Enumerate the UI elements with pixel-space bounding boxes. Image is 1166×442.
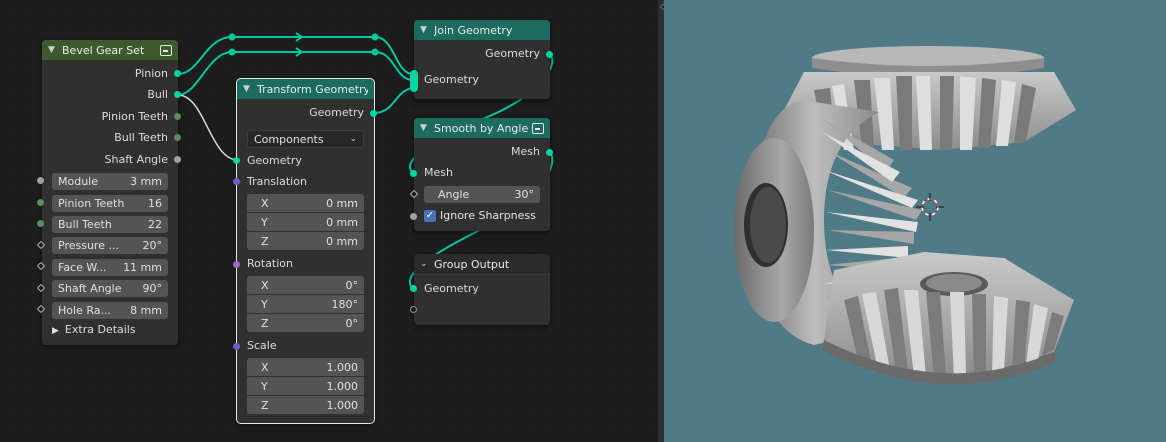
socket-bull[interactable] — [174, 91, 181, 98]
rotation-label: Rotation — [247, 257, 294, 270]
scale-x[interactable]: X 1.000 — [247, 358, 364, 376]
extra-details-panel[interactable]: ▶ Extra Details — [52, 323, 136, 336]
mode-dropdown[interactable]: Components ⌄ — [247, 130, 364, 148]
angle-field[interactable]: Angle 30° — [424, 186, 540, 203]
output-geometry: Geometry — [309, 106, 364, 119]
smooth-by-angle-header[interactable]: ▼ Smooth by Angle — [414, 118, 550, 138]
chevron-down-icon[interactable]: ⌄ — [420, 259, 434, 269]
output-shaft-angle: Shaft Angle — [104, 153, 169, 166]
rotation-y[interactable]: Y 180° — [247, 295, 364, 313]
scale-label: Scale — [247, 339, 277, 352]
translation-x[interactable]: X0 mm — [247, 194, 364, 212]
transform-geometry-header[interactable]: ▼ Transform Geometry — [237, 79, 374, 99]
scale-z[interactable]: Z 1.000 — [247, 396, 364, 414]
chevron-down-icon[interactable]: ▼ — [420, 123, 434, 133]
3d-viewport[interactable] — [664, 0, 1166, 442]
socket-pinion[interactable] — [174, 70, 181, 77]
shaft-angle-field[interactable]: Shaft Angle 90° — [52, 280, 168, 297]
bevel-gear-set-node[interactable]: ▼ Bevel Gear Set Pinion Bull Pinion Teet… — [36, 40, 181, 345]
input-geometry-label: Geometry — [247, 154, 302, 167]
checkmark-icon: ✓ — [424, 209, 436, 222]
rotation-vector[interactable]: X 0° Y 180° Z 0° — [247, 276, 364, 332]
socket-bull-teeth[interactable] — [174, 134, 181, 141]
input-geometry-label: Geometry — [424, 73, 479, 86]
smooth-by-angle-node[interactable]: ▼ Smooth by Angle Mesh Mesh Angle 30° ✓ Ig… — [409, 118, 553, 231]
translation-vector[interactable]: X0 mm Y0 mm Z0 mm — [247, 194, 364, 250]
socket-bull-teeth-in[interactable] — [37, 220, 44, 227]
node-title: Join Geometry — [434, 23, 513, 37]
node-title: Smooth by Angle — [434, 121, 529, 135]
bevel-gear-set-header[interactable]: ▼ Bevel Gear Set — [42, 40, 178, 60]
ignore-sharpness-checkbox[interactable]: ✓ Ignore Sharpness — [424, 209, 536, 222]
socket-join-output[interactable] — [546, 51, 553, 58]
join-geometry-header[interactable]: ▼ Join Geometry — [414, 20, 550, 40]
socket-output-empty[interactable] — [410, 306, 417, 313]
node-group-icon[interactable] — [532, 122, 544, 134]
input-mesh-label: Mesh — [424, 166, 453, 179]
input-geometry-label: Geometry — [424, 282, 479, 295]
bevel-gear-render — [734, 46, 1076, 385]
face-width-field[interactable]: Face W... 11 mm — [52, 259, 168, 276]
node-editor[interactable]: ▼ Bevel Gear Set Pinion Bull Pinion Teet… — [0, 0, 658, 442]
chevron-down-icon: ⌄ — [349, 134, 357, 144]
node-title: Transform Geometry — [257, 82, 368, 96]
module-field[interactable]: Module 3 mm — [52, 173, 168, 190]
socket-transform-output[interactable] — [370, 110, 377, 117]
bottom-bevel-gear — [822, 252, 1074, 385]
output-geometry: Geometry — [485, 47, 540, 60]
node-group-icon[interactable] — [160, 44, 172, 56]
output-pinion-teeth: Pinion Teeth — [101, 110, 168, 123]
translation-y[interactable]: Y0 mm — [247, 213, 364, 231]
3d-cursor-icon — [916, 193, 944, 221]
group-output-node[interactable]: ⌄ Group Output Geometry — [410, 254, 550, 325]
node-title: Group Output — [434, 257, 510, 271]
translation-z[interactable]: Z0 mm — [247, 232, 364, 250]
hole-radius-field[interactable]: Hole Ra... 8 mm — [52, 302, 168, 319]
pressure-angle-field[interactable]: Pressure ... 20° — [52, 237, 168, 254]
socket-rotation[interactable] — [233, 261, 240, 268]
socket-join-multi-input[interactable] — [410, 70, 418, 92]
socket-scale[interactable] — [233, 343, 240, 350]
socket-module[interactable] — [37, 177, 44, 184]
chevron-down-icon[interactable]: ▼ — [243, 84, 257, 94]
socket-transform-geometry-in[interactable] — [233, 157, 240, 164]
socket-translation[interactable] — [233, 178, 240, 185]
output-bull-teeth: Bull Teeth — [114, 131, 168, 144]
chevron-down-icon[interactable]: ▼ — [420, 25, 434, 35]
output-mesh: Mesh — [511, 145, 540, 158]
chevron-down-icon[interactable]: ▼ — [48, 45, 62, 55]
socket-pinion-teeth[interactable] — [174, 113, 181, 120]
pinion-teeth-field[interactable]: Pinion Teeth 16 — [52, 195, 168, 212]
chevron-right-icon: ▶ — [52, 326, 59, 336]
group-output-header[interactable]: ⌄ Group Output — [414, 254, 550, 275]
bull-teeth-field[interactable]: Bull Teeth 22 — [52, 216, 168, 233]
scale-vector[interactable]: X 1.000 Y 1.000 Z 1.000 — [247, 358, 364, 414]
rotation-z[interactable]: Z 0° — [247, 314, 364, 332]
socket-output-geometry[interactable] — [410, 285, 417, 292]
socket-smooth-mesh-in[interactable] — [410, 170, 417, 177]
socket-shaft-angle[interactable] — [174, 156, 181, 163]
output-bull: Bull — [147, 88, 168, 101]
socket-smooth-output[interactable] — [546, 149, 553, 156]
rotation-x[interactable]: X 0° — [247, 276, 364, 294]
scale-y[interactable]: Y 1.000 — [247, 377, 364, 395]
node-title: Bevel Gear Set — [62, 43, 145, 57]
transform-geometry-node[interactable]: ▼ Transform Geometry Geometry Components… — [233, 78, 377, 424]
socket-pinion-teeth-in[interactable] — [37, 199, 44, 206]
join-geometry-node[interactable]: ▼ Join Geometry Geometry Geometry — [410, 20, 553, 99]
translation-label: Translation — [247, 175, 307, 188]
socket-ignore-sharpness[interactable] — [410, 213, 417, 220]
output-pinion: Pinion — [134, 67, 168, 80]
